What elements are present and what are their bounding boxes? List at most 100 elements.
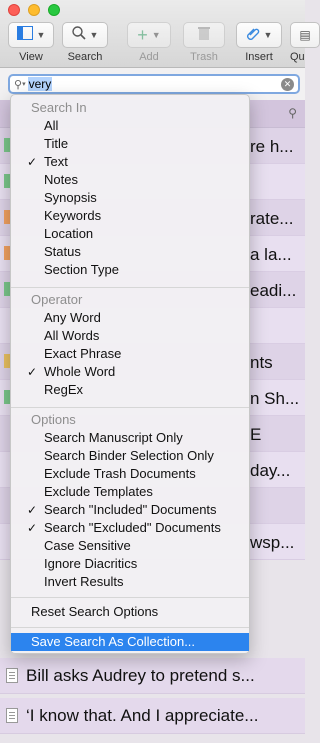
menu-item-label: Search "Excluded" Documents (44, 520, 221, 535)
binder-row-label: n Sh... (250, 389, 300, 408)
window-toolbar: ▼ View ▼ Search + ▼ Add Trash ▼ Insert ▤… (0, 0, 320, 68)
insert-button[interactable]: ▼ (236, 22, 282, 48)
menu-item-label: Text (44, 154, 68, 169)
add-label: Add (139, 51, 159, 63)
menu-item-title[interactable]: Title (11, 135, 249, 153)
trash-label: Trash (190, 51, 218, 63)
menu-item-label: Notes (44, 172, 78, 187)
close-window-button[interactable] (8, 4, 20, 16)
quick-ref-label: Qu (290, 51, 305, 63)
menu-item-search-manuscript-only[interactable]: Search Manuscript Only (11, 429, 249, 447)
trash-button[interactable] (183, 22, 225, 48)
binder-row-label: wsp... (250, 533, 295, 552)
binder-row-label: re h... (250, 137, 294, 156)
menu-item-label: Search "Included" Documents (44, 502, 217, 517)
menu-item-synopsis[interactable]: Synopsis (11, 189, 249, 207)
menu-item-label: Search Manuscript Only (44, 430, 183, 445)
menu-item-exclude-templates[interactable]: Exclude Templates (11, 483, 249, 501)
menu-item-all-words[interactable]: All Words (11, 327, 249, 345)
list-item-label: ‘I know that. And I appreciate... (26, 706, 259, 725)
menu-item-text[interactable]: ✓ Text (11, 153, 249, 171)
menu-separator (11, 407, 249, 408)
minimize-window-button[interactable] (28, 4, 40, 16)
zoom-window-button[interactable] (48, 4, 60, 16)
menu-item-reset-search-options[interactable]: Reset Search Options (11, 603, 249, 621)
menu-item-whole-word[interactable]: ✓ Whole Word (11, 363, 249, 381)
search-button[interactable]: ▼ (62, 22, 108, 48)
menu-item-label: Section Type (44, 262, 119, 277)
menu-item-invert-results[interactable]: Invert Results (11, 573, 249, 591)
binder-row-label: eadi... (250, 281, 297, 300)
menu-separator (11, 287, 249, 288)
binder-row-label: E (250, 425, 262, 444)
clear-search-icon[interactable]: ✕ (281, 78, 294, 91)
menu-item-label: Location (44, 226, 94, 241)
menu-item-label: All Words (44, 328, 100, 343)
list-item[interactable]: ‘I know that. And I appreciate... (0, 698, 305, 734)
document-icon (6, 668, 18, 683)
menu-item-keywords[interactable]: Keywords (11, 207, 249, 225)
menu-separator (11, 597, 249, 598)
menu-item-label: Title (44, 136, 69, 151)
menu-item-exclude-trash-documents[interactable]: Exclude Trash Documents (11, 465, 249, 483)
view-layout-icon (16, 25, 33, 45)
list-item[interactable]: Bill asks Audrey to pretend s... (0, 658, 305, 694)
menu-item-label: Whole Word (44, 364, 116, 379)
menu-item-exact-phrase[interactable]: Exact Phrase (11, 345, 249, 363)
menu-item-label: All (44, 118, 59, 133)
insert-label: Insert (245, 51, 273, 63)
search-label: Search (67, 51, 103, 63)
menu-item-regex[interactable]: RegEx (11, 381, 249, 399)
checkmark-icon: ✓ (27, 155, 38, 169)
menu-item-label: Status (44, 244, 81, 259)
menu-item-any-word[interactable]: Any Word (11, 309, 249, 327)
paperclip-icon (246, 26, 260, 45)
menu-header-operator: Operator (31, 292, 83, 307)
menu-item-save-search-as-collection[interactable]: Save Search As Collection... (11, 633, 249, 651)
menu-item-search-included-documents[interactable]: ✓ Search "Included" Documents (11, 501, 249, 519)
trash-icon (198, 26, 210, 45)
menu-item-notes[interactable]: Notes (11, 171, 249, 189)
menu-item-label: Search Binder Selection Only (44, 448, 214, 463)
binder-row-label: a la... (250, 245, 292, 264)
menu-item-search-excluded-documents[interactable]: ✓ Search "Excluded" Documents (11, 519, 249, 537)
plus-icon: + (137, 25, 148, 45)
search-query-text[interactable]: very (27, 77, 53, 91)
menu-item-label: Ignore Diacritics (44, 556, 138, 571)
menu-item-all[interactable]: All (11, 117, 249, 135)
document-icon (6, 708, 18, 723)
add-button[interactable]: + ▼ (127, 22, 171, 48)
checkmark-icon: ✓ (27, 521, 38, 535)
menu-header-options: Options (31, 412, 76, 427)
menu-item-label: Invert Results (44, 574, 124, 589)
menu-item-ignore-diacritics[interactable]: Ignore Diacritics (11, 555, 249, 573)
chevron-down-icon: ▼ (89, 30, 99, 40)
chevron-down-icon: ▼ (151, 30, 161, 40)
checkmark-icon: ✓ (27, 503, 38, 517)
view-button[interactable]: ▼ (8, 22, 54, 48)
menu-item-status[interactable]: Status (11, 243, 249, 261)
binder-row-label: rate... (250, 209, 294, 228)
quick-ref-button[interactable]: ▤ (290, 22, 320, 48)
view-label: View (19, 51, 43, 63)
menu-item-label: Exclude Templates (44, 484, 153, 499)
menu-item-label: Keywords (44, 208, 102, 223)
list-item-label: Bill asks Audrey to pretend s... (26, 666, 255, 685)
menu-item-location[interactable]: Location (11, 225, 249, 243)
menu-item-section-type[interactable]: Section Type (11, 261, 249, 279)
chevron-down-icon: ▼ (263, 30, 273, 40)
search-input[interactable]: ⚲ ▾ very ✕ (8, 74, 300, 94)
quick-ref-icon: ▤ (299, 28, 311, 42)
checkmark-icon: ✓ (27, 365, 38, 379)
menu-header-search-in: Search In (31, 100, 87, 115)
menu-item-search-binder-selection-only[interactable]: Search Binder Selection Only (11, 447, 249, 465)
search-icon: ⚲ (288, 106, 297, 120)
menu-item-label: RegEx (44, 382, 84, 397)
search-icon[interactable]: ⚲ (14, 78, 22, 91)
menu-separator (11, 627, 249, 628)
search-options-menu: Search In All Title ✓ Text Notes Synopsis Keyw… (10, 94, 250, 654)
menu-item-case-sensitive[interactable]: Case Sensitive (11, 537, 249, 555)
search-icon (71, 25, 86, 45)
menu-item-label: Case Sensitive (44, 538, 131, 553)
binder-row-label: nts (250, 353, 273, 372)
